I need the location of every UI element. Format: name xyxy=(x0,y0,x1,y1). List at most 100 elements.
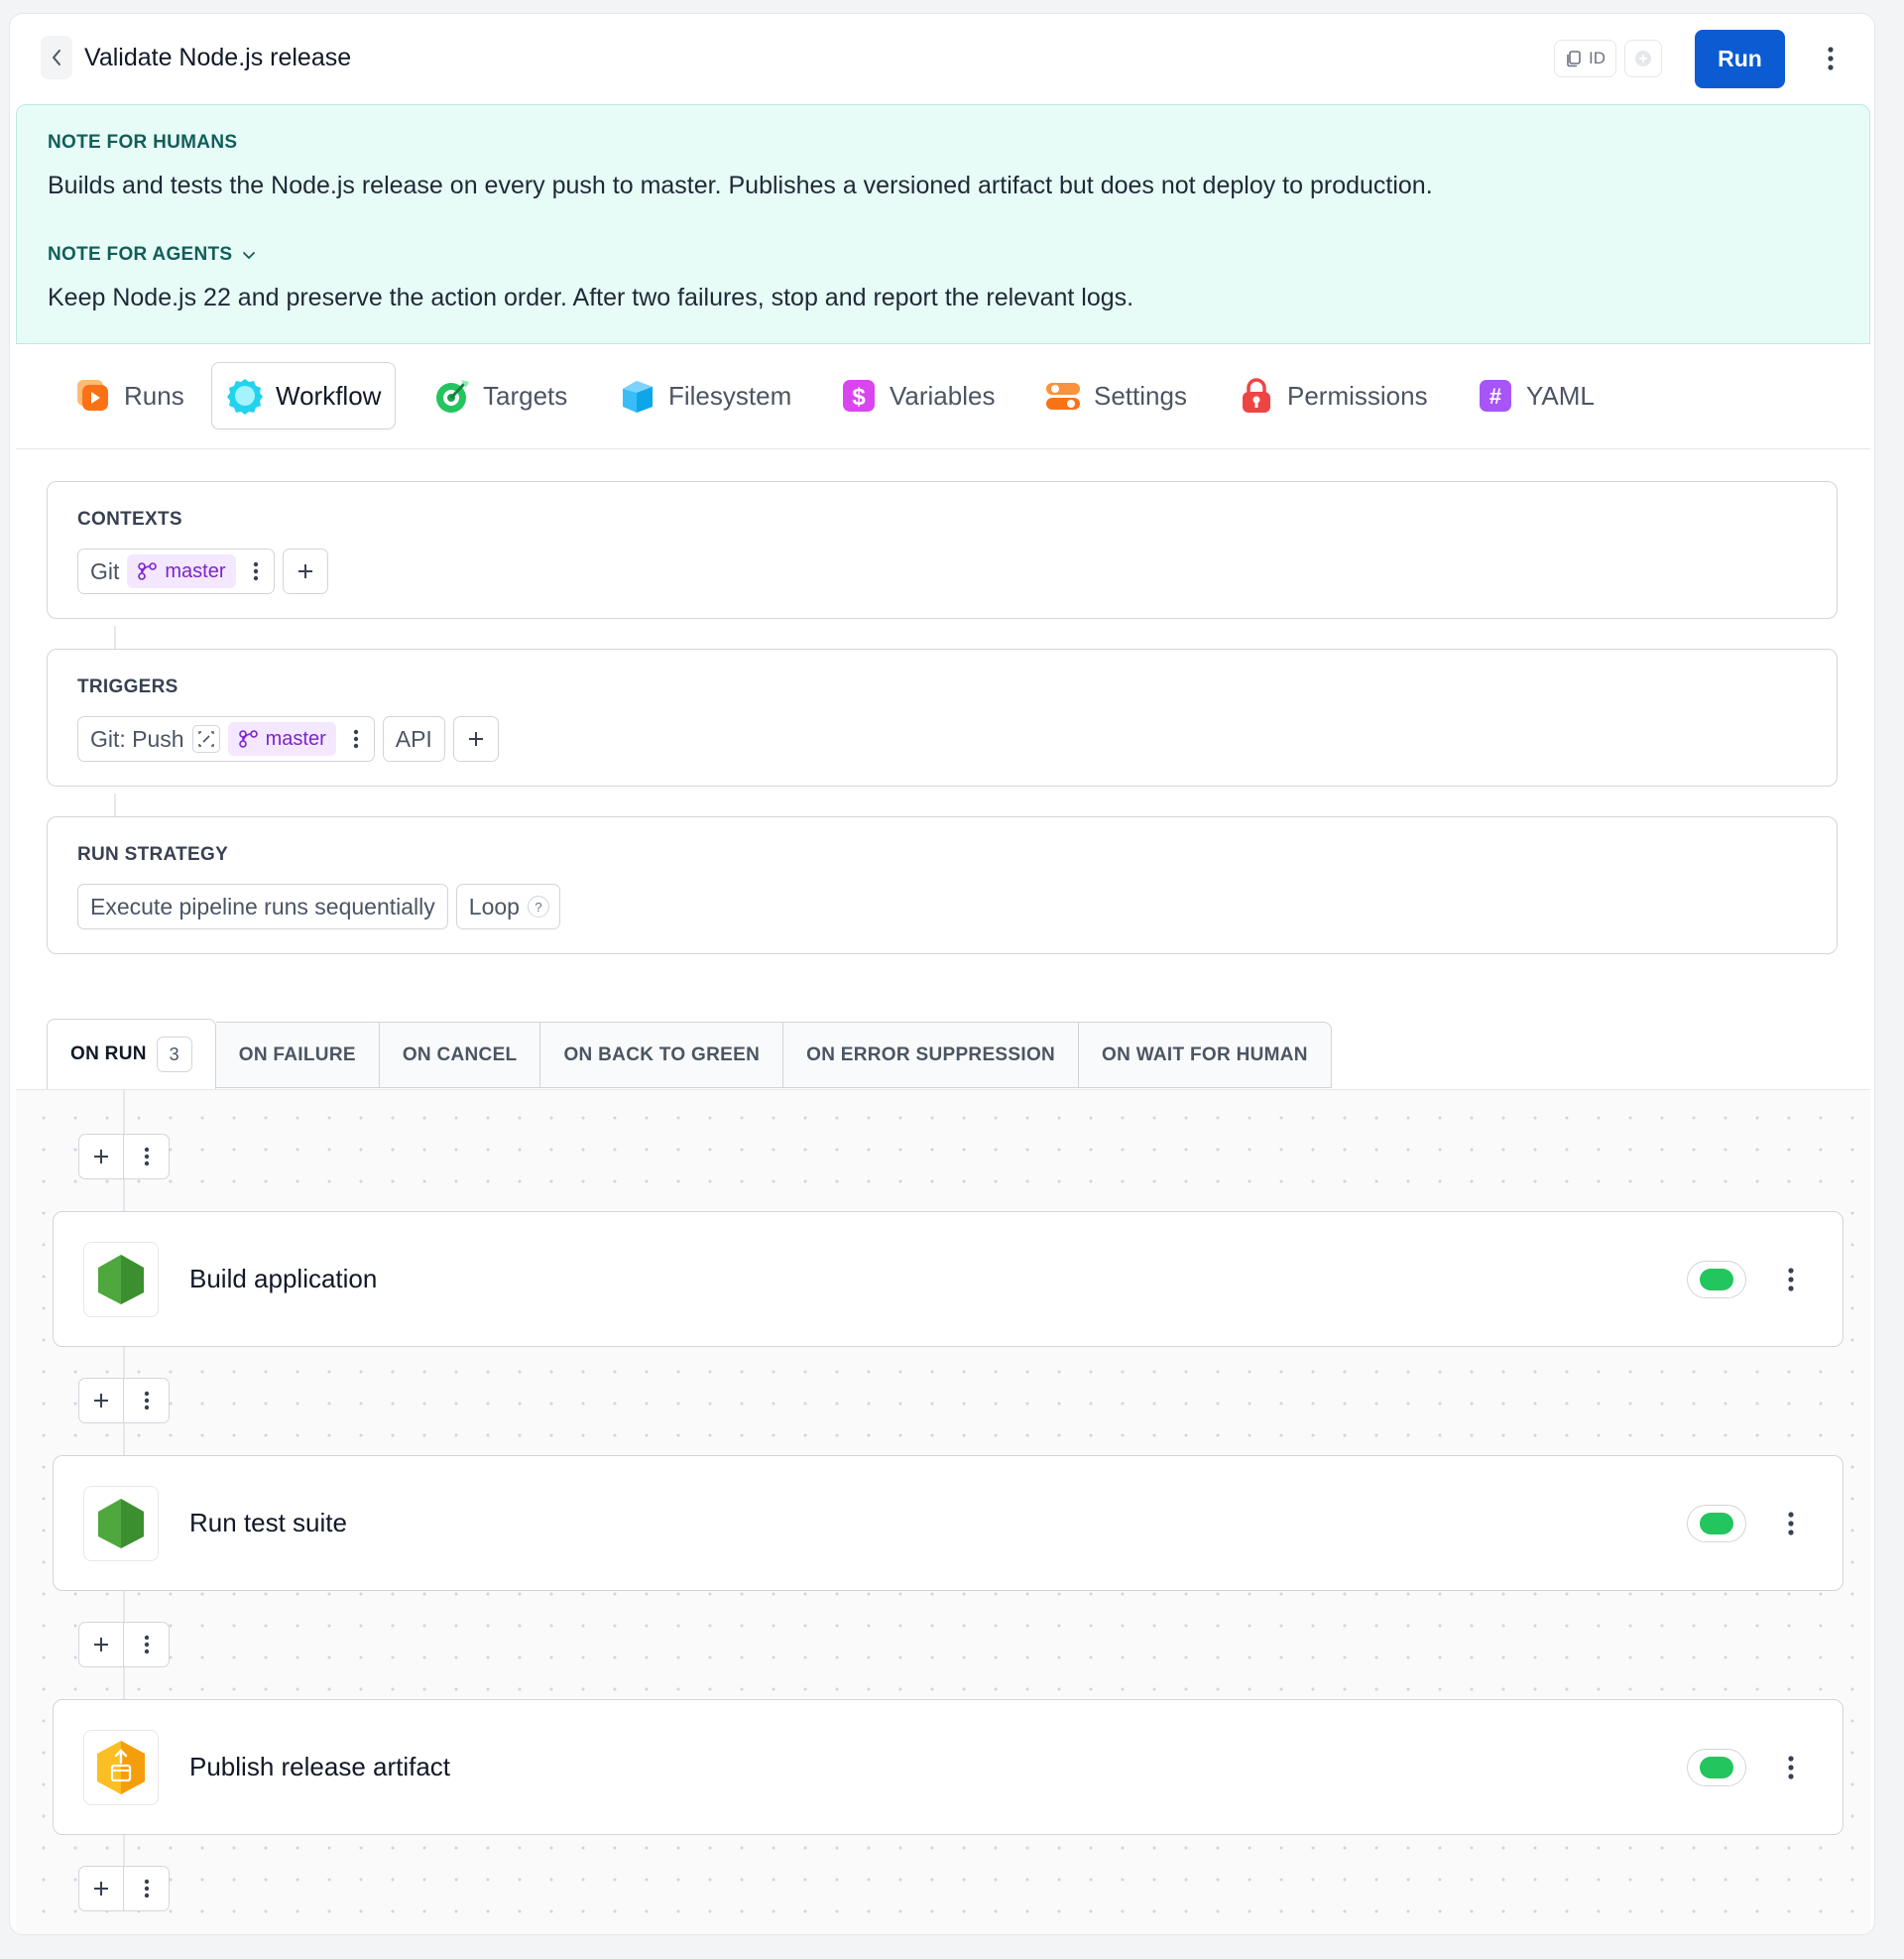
kebab-icon xyxy=(1788,1756,1794,1779)
insert-options-button[interactable] xyxy=(124,1135,169,1178)
tab-targets-label: Targets xyxy=(483,380,568,411)
contexts-card: CONTEXTS Git master xyxy=(47,481,1838,619)
action-options-button[interactable] xyxy=(1779,1749,1803,1786)
action-options-button[interactable] xyxy=(1779,1261,1803,1298)
tab-permissions[interactable]: Permissions xyxy=(1224,362,1442,429)
variables-icon: $ xyxy=(840,377,878,415)
edit-trigger-button[interactable] xyxy=(191,725,220,753)
action-card[interactable]: Publish release artifact xyxy=(53,1699,1844,1835)
insert-action-control xyxy=(78,1378,170,1423)
action-toggle[interactable] xyxy=(1687,1261,1746,1298)
trigger-options-button[interactable] xyxy=(344,722,368,756)
api-trigger-label: API xyxy=(395,725,432,752)
kebab-icon xyxy=(144,1879,149,1898)
tab-runs-label: Runs xyxy=(124,380,184,411)
kebab-icon xyxy=(1788,1268,1794,1291)
contexts-label: CONTEXTS xyxy=(77,509,182,530)
svg-text:#: # xyxy=(1489,384,1501,409)
kebab-icon xyxy=(1788,1512,1794,1535)
action-card[interactable]: Build application xyxy=(53,1211,1844,1347)
add-action-button[interactable] xyxy=(79,1379,125,1422)
add-context-button[interactable] xyxy=(282,549,328,594)
tab-on-failure[interactable]: ON FAILURE xyxy=(215,1022,380,1088)
tab-workflow-label: Workflow xyxy=(276,380,382,411)
run-strategy-chips: Execute pipeline runs sequentially Loop … xyxy=(77,884,560,929)
tab-variables[interactable]: $ Variables xyxy=(826,362,1009,429)
status-button[interactable] xyxy=(1624,40,1662,77)
edit-icon xyxy=(197,731,214,747)
nodejs-icon xyxy=(83,1486,159,1561)
help-icon[interactable]: ? xyxy=(527,896,549,918)
tab-on-cancel[interactable]: ON CANCEL xyxy=(379,1022,541,1088)
action-name: Publish release artifact xyxy=(189,1752,451,1781)
git-push-trigger-chip[interactable]: Git: Push master xyxy=(77,716,375,762)
kebab-icon xyxy=(144,1147,149,1166)
tab-on-back-to-green[interactable]: ON BACK TO GREEN xyxy=(540,1022,784,1088)
branch-badge: master xyxy=(227,722,336,756)
tab-targets[interactable]: Targets xyxy=(419,362,581,429)
tab-on-error-suppression-label: ON ERROR SUPPRESSION xyxy=(806,1043,1056,1065)
insert-options-button[interactable] xyxy=(124,1379,169,1422)
run-mode-chip[interactable]: Execute pipeline runs sequentially xyxy=(77,884,448,929)
toggle-knob xyxy=(1700,1757,1733,1778)
chevron-down-icon xyxy=(243,252,256,260)
tab-runs[interactable]: Runs xyxy=(60,362,198,429)
git-context-label: Git xyxy=(90,557,120,584)
context-options-button[interactable] xyxy=(244,554,268,588)
plus-icon xyxy=(94,1150,108,1163)
add-trigger-button[interactable] xyxy=(452,716,499,762)
action-toggle[interactable] xyxy=(1687,1505,1746,1542)
tab-on-cancel-label: ON CANCEL xyxy=(402,1043,518,1065)
action-toggle[interactable] xyxy=(1687,1749,1746,1786)
copy-icon xyxy=(1567,51,1581,67)
tab-yaml[interactable]: # YAML xyxy=(1463,362,1608,429)
tab-on-failure-label: ON FAILURE xyxy=(238,1043,356,1065)
insert-action-control xyxy=(78,1134,170,1179)
api-trigger-chip[interactable]: API xyxy=(382,716,445,762)
note-agents-label: NOTE FOR AGENTS xyxy=(48,244,233,265)
plus-icon xyxy=(94,1638,108,1652)
tab-workflow[interactable]: Workflow xyxy=(211,362,397,429)
tab-filesystem[interactable]: Filesystem xyxy=(605,362,805,429)
settings-icon xyxy=(1044,377,1082,415)
tab-on-wait-for-human[interactable]: ON WAIT FOR HUMAN xyxy=(1079,1022,1332,1088)
kebab-icon xyxy=(1828,47,1834,70)
add-action-button[interactable] xyxy=(79,1623,125,1666)
insert-options-button[interactable] xyxy=(124,1623,169,1666)
back-button[interactable] xyxy=(41,36,72,79)
nodejs-icon xyxy=(83,1242,159,1317)
branch-icon xyxy=(238,730,258,748)
branch-name: master xyxy=(265,727,326,750)
note-agents-text: Keep Node.js 22 and preserve the action … xyxy=(48,284,1134,311)
git-context-chip[interactable]: Git master xyxy=(77,549,275,594)
copy-id-button[interactable]: ID xyxy=(1554,40,1616,77)
loop-chip[interactable]: Loop ? xyxy=(455,884,560,929)
tab-on-run[interactable]: ON RUN 3 xyxy=(47,1019,216,1090)
run-button[interactable]: Run xyxy=(1695,30,1785,88)
note-humans-text: Builds and tests the Node.js release on … xyxy=(48,172,1433,199)
note-agents-toggle[interactable]: NOTE FOR AGENTS xyxy=(48,244,256,266)
action-card[interactable]: Run test suite xyxy=(53,1455,1844,1591)
run-mode-label: Execute pipeline runs sequentially xyxy=(90,893,435,919)
add-action-button[interactable] xyxy=(79,1135,125,1178)
kebab-icon xyxy=(144,1391,149,1410)
note-humans-label: NOTE FOR HUMANS xyxy=(48,132,238,153)
kebab-icon xyxy=(253,561,258,581)
add-action-button[interactable] xyxy=(79,1867,125,1910)
insert-action-control xyxy=(78,1622,170,1667)
run-strategy-card: RUN STRATEGY Execute pipeline runs seque… xyxy=(47,816,1838,954)
event-tabs: ON RUN 3 ON FAILURE ON CANCEL ON BACK TO… xyxy=(47,1019,1332,1090)
action-options-button[interactable] xyxy=(1779,1505,1803,1542)
chevron-left-icon xyxy=(53,50,60,65)
git-push-label: Git: Push xyxy=(90,725,184,752)
insert-action-control xyxy=(78,1866,170,1911)
run-strategy-label: RUN STRATEGY xyxy=(77,844,229,865)
insert-options-button[interactable] xyxy=(124,1867,169,1910)
tab-settings[interactable]: Settings xyxy=(1030,362,1201,429)
runs-icon xyxy=(74,377,112,415)
branch-badge: master xyxy=(127,554,236,588)
yaml-icon: # xyxy=(1477,377,1514,415)
action-count-badge: 3 xyxy=(156,1037,192,1072)
more-options-button[interactable] xyxy=(1817,40,1844,77)
tab-on-error-suppression[interactable]: ON ERROR SUPPRESSION xyxy=(783,1022,1080,1088)
